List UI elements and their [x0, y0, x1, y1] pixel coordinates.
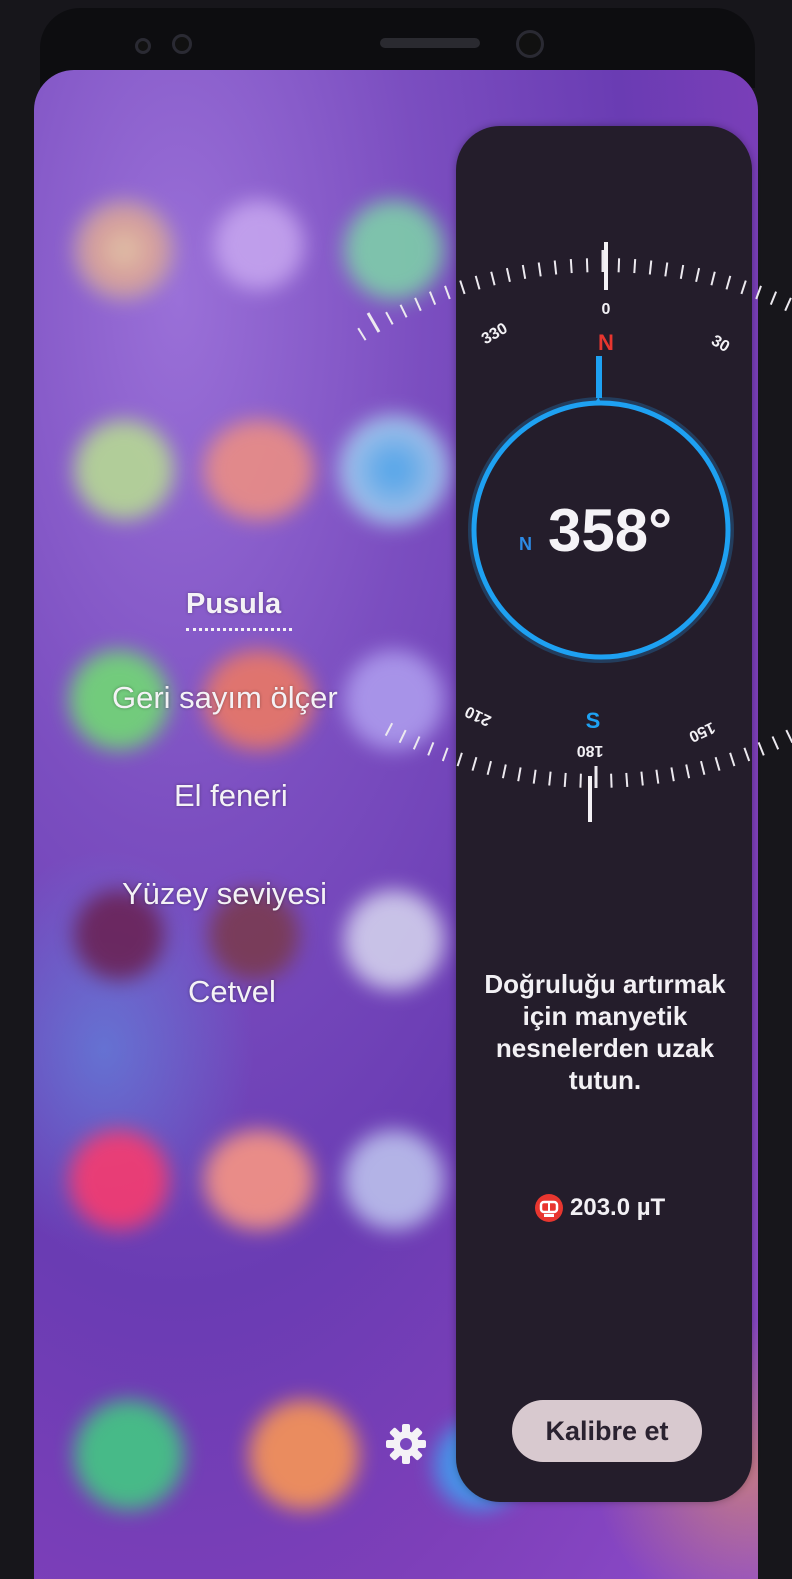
dial-tick	[769, 291, 778, 305]
accuracy-hint: Doğruluğu artırmak için manyetik nesnele…	[484, 969, 726, 1095]
dial-tick	[548, 771, 552, 786]
magnetic-field-readout: 203.0 µT	[534, 1190, 665, 1226]
dial-tick	[414, 297, 422, 312]
dial-tick	[537, 262, 542, 277]
heading-needle-stem	[596, 356, 602, 398]
tick-label-330: 330	[479, 320, 511, 348]
tick-label-150: 150	[686, 718, 717, 745]
tick-label-30: 30	[708, 332, 732, 356]
compass-dial: 0 330 30 N 180 210 150 S	[357, 242, 792, 822]
magnet-icon	[535, 1194, 563, 1222]
dial-tick	[385, 311, 394, 325]
dial-tick	[474, 275, 481, 290]
dial-tick	[617, 258, 621, 273]
dial-tick	[679, 264, 685, 279]
dial-tick	[366, 312, 381, 333]
dial-tick	[412, 736, 421, 750]
dial-tick	[655, 769, 660, 784]
dial-tick	[384, 722, 394, 737]
dial-tick	[725, 275, 732, 290]
dial-tick	[670, 767, 675, 782]
dial-tick	[490, 271, 496, 286]
tick-label-0: 0	[602, 301, 611, 318]
dial-tick	[710, 271, 716, 286]
top-tick-arc	[357, 250, 792, 341]
dial-tick	[585, 258, 589, 273]
dial-tick	[486, 760, 492, 775]
dial-tick	[743, 747, 751, 762]
dial-tick	[427, 742, 435, 756]
dial-tick	[729, 752, 736, 767]
dial-tick	[755, 285, 762, 300]
direction-letter: N	[519, 534, 532, 554]
dial-tick	[505, 267, 511, 283]
dial-tick	[517, 767, 522, 782]
south-label: S	[586, 708, 601, 733]
dial-tick	[648, 260, 653, 275]
dial-tick	[456, 752, 463, 767]
dial-tick	[563, 772, 567, 787]
dial-tick	[471, 756, 478, 771]
dial-tick	[553, 260, 558, 275]
tick-label-180: 180	[577, 742, 604, 759]
dial-tick	[579, 773, 582, 788]
phone-frame: Pusula Geri sayım ölçer El feneri Yüzey …	[0, 0, 792, 1579]
dial-tick	[357, 327, 367, 341]
dial-tick	[664, 262, 669, 277]
north-label: N	[598, 330, 614, 355]
dial-tick	[399, 304, 408, 318]
calibrate-button[interactable]: Kalibre et	[512, 1400, 702, 1462]
dial-tick	[640, 771, 644, 786]
tick-label-210: 210	[462, 702, 493, 729]
dial-tick	[633, 259, 637, 274]
dial-tick	[610, 773, 613, 788]
magnetic-field-value: 203.0 µT	[570, 1194, 666, 1221]
dial-tick	[532, 769, 537, 784]
dial-tick	[685, 764, 691, 779]
dial-tick	[459, 280, 466, 295]
dial-tick	[757, 742, 765, 756]
dial-tick	[569, 259, 573, 274]
dial-tick	[784, 297, 792, 312]
dial-tick	[714, 756, 721, 771]
dial-tick	[740, 280, 747, 295]
dial-tick	[501, 764, 507, 779]
dial-tick	[785, 729, 792, 744]
dial-tick	[625, 772, 629, 787]
dial-tick	[444, 285, 451, 300]
heading-value: 358°	[548, 497, 673, 564]
dial-tick	[441, 747, 449, 762]
dial-tick	[700, 760, 706, 775]
dial-tick	[398, 729, 407, 744]
dial-tick	[771, 736, 780, 750]
dial-tick	[428, 291, 437, 305]
dial-tick	[521, 264, 527, 279]
dial-tick	[695, 267, 701, 283]
